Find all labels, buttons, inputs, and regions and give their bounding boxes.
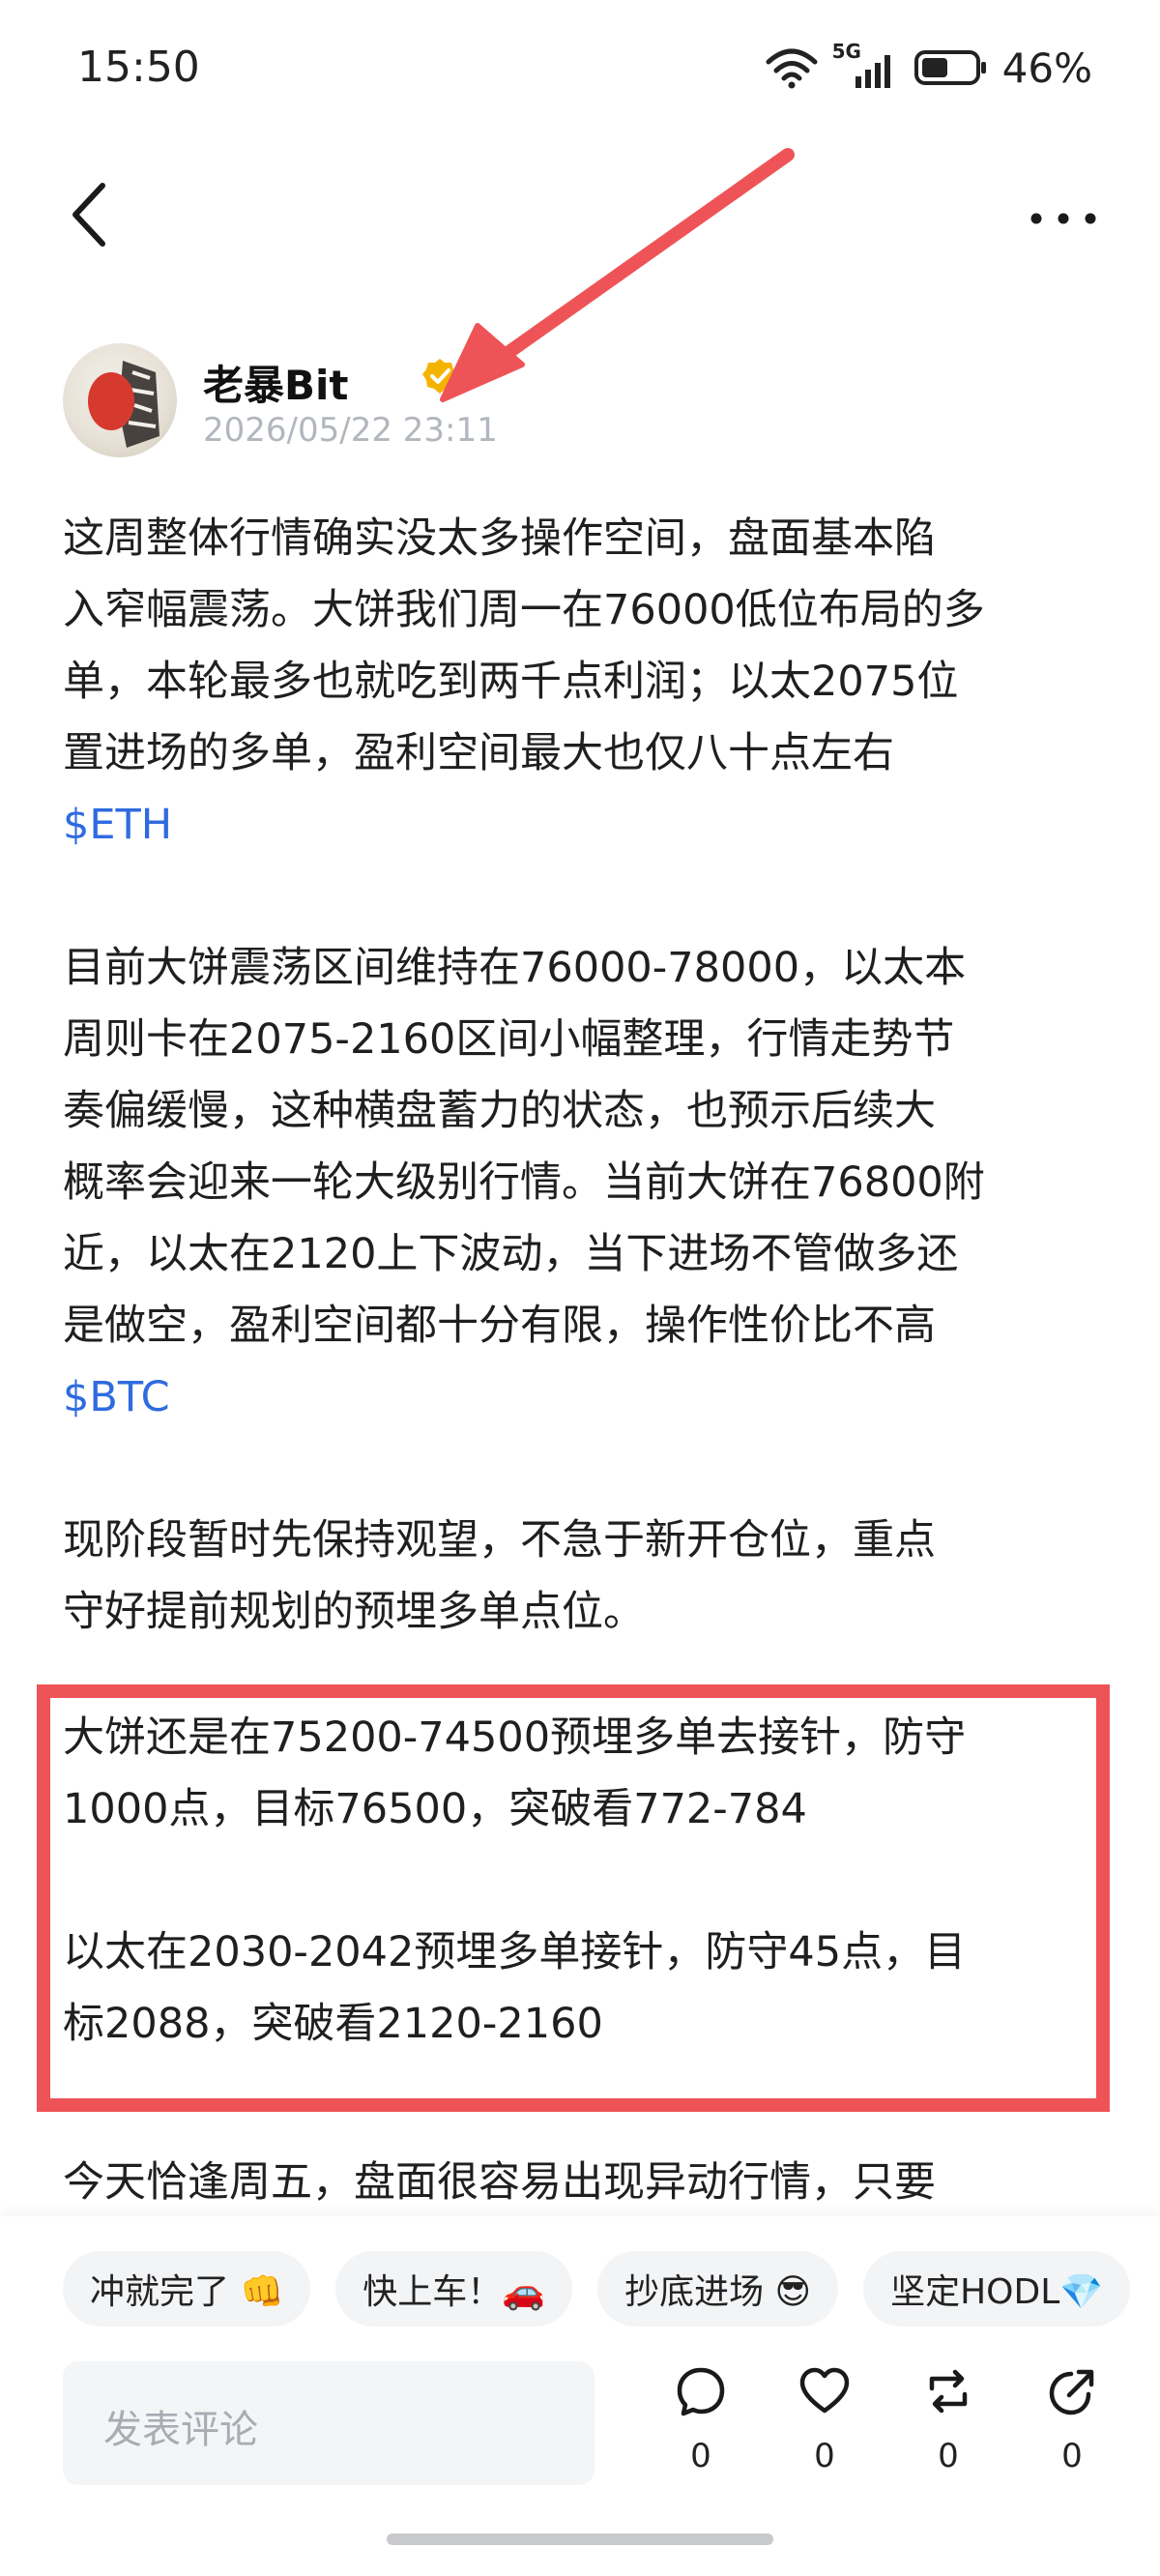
repost-count: 0 [938,2437,959,2475]
like-button[interactable]: 0 [771,2361,878,2506]
paragraph-2: 目前大饼震荡区间维持在76000-78000，以太本 周则卡在2075-2160… [63,944,985,1350]
comment-icon [677,2367,725,2416]
reaction-chip[interactable]: 抄底进场 😎 [597,2251,839,2327]
more-button[interactable] [1025,174,1102,251]
avatar-image [88,361,160,448]
eth-tag-link[interactable]: $ETH [63,789,1107,861]
avatar[interactable] [63,343,177,457]
comment-input[interactable]: 发表评论 [63,2361,594,2485]
paragraph-3: 现阶段暂时先保持观望，不急于新开仓位，重点 守好提前规划的预埋多单点位。 [63,1516,936,1636]
repost-button[interactable]: 0 [895,2361,1001,2506]
comment-count: 0 [690,2437,711,2475]
author-name[interactable]: 老暴Bit [203,353,349,412]
status-time: 15:50 [77,43,200,92]
like-count: 0 [814,2437,835,2475]
paragraph-4: 今天恰逢周五，盘面很容易出现异动行情，只要 [63,2158,936,2207]
more-icon [1030,213,1096,224]
btc-trade-plan: 大饼还是在75200-74500预埋多单去接针，防守 1000点，目标76500… [63,1713,967,1833]
highlight-content: 大饼还是在75200-74500预埋多单去接针，防守 1000点，目标76500… [63,1702,1097,2060]
reaction-chip[interactable]: 冲就完了 👊 [63,2251,311,2327]
action-bar: 0 0 0 0 [648,2361,1112,2506]
status-bar: 15:50 5G 46% [0,0,1160,145]
heart-icon [799,2367,850,2414]
reaction-chips: 冲就完了 👊 快上车！🚗 抄底进场 😎 坚定HODL💎 [63,2251,1131,2327]
battery-percent: 46% [1001,44,1092,92]
signal-icon: 5G [832,40,900,92]
share-icon [1049,2369,1094,2415]
status-icons: 5G 46% [765,39,1092,97]
post-content: 这周整体行情确实没太多操作空间，盘面基本陷 入窄幅震荡。大饼我们周一在76000… [63,503,1107,1648]
comment-placeholder: 发表评论 [103,2408,258,2452]
share-count: 0 [1061,2437,1083,2475]
comment-button[interactable]: 0 [648,2361,754,2506]
wifi-icon [766,48,818,89]
share-button[interactable]: 0 [1019,2361,1125,2506]
annotation-arrow-icon [440,148,795,402]
battery-icon [914,50,986,85]
chevron-left-icon [72,183,105,247]
paragraph-1: 这周整体行情确实没太多操作空间，盘面基本陷 入窄幅震荡。大饼我们周一在76000… [63,514,985,777]
reaction-chip[interactable]: 坚定HODL💎 [863,2251,1131,2327]
reaction-chip[interactable]: 快上车！🚗 [335,2251,573,2327]
bottom-bar: 冲就完了 👊 快上车！🚗 抄底进场 😎 坚定HODL💎 发表评论 0 0 0 0 [0,2216,1160,2576]
btc-tag-link[interactable]: $BTC [63,1361,1107,1433]
home-indicator[interactable] [387,2533,773,2545]
back-button[interactable] [58,176,126,253]
repost-icon [929,2369,968,2414]
eth-trade-plan: 以太在2030-2042预埋多单接针，防守45点，目 标2088，突破看2120… [63,1928,967,2048]
